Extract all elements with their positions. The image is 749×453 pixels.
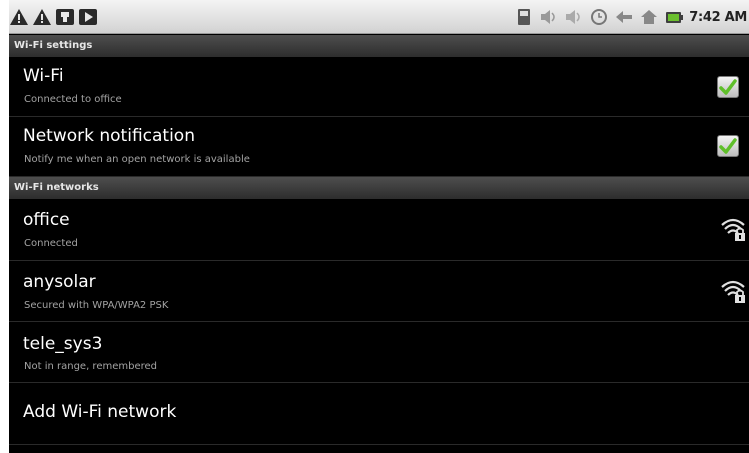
checkmark-icon <box>719 79 737 95</box>
warning-icon[interactable] <box>32 7 52 27</box>
network-row-office[interactable]: office Connected <box>9 199 749 261</box>
row-subtitle: Notify me when an open network is availa… <box>24 154 250 165</box>
network-name: office <box>23 210 70 230</box>
wifi-lock-icon <box>721 218 745 241</box>
notification-icons <box>9 7 98 27</box>
wifi-lock-icon <box>721 280 745 303</box>
wifi-checkbox[interactable] <box>717 76 739 98</box>
network-status: Secured with WPA/WPA2 PSK <box>24 300 169 311</box>
checkmark-icon <box>719 138 737 154</box>
network-name: tele_sys3 <box>23 334 103 354</box>
wifi-toggle-row[interactable]: Wi-Fi Connected to office <box>9 57 749 117</box>
section-header-wifi-networks: Wi-Fi networks <box>9 177 749 199</box>
usb-debug-icon[interactable] <box>55 7 75 27</box>
battery-icon <box>666 12 684 23</box>
network-notification-checkbox[interactable] <box>717 135 739 157</box>
warning-icon[interactable] <box>9 7 29 27</box>
status-time: 7:42 AM <box>689 9 747 25</box>
volume-muted-icon <box>566 10 580 24</box>
row-subtitle: Connected to office <box>24 94 122 105</box>
row-title: Wi-Fi <box>23 66 64 86</box>
media-play-icon[interactable] <box>78 7 98 27</box>
status-bar: 7:42 AM <box>9 0 749 34</box>
home-icon[interactable] <box>639 7 659 27</box>
network-status: Not in range, remembered <box>24 361 157 372</box>
network-row-tele-sys3[interactable]: tele_sys3 Not in range, remembered <box>9 322 749 383</box>
wifi-settings-screen: 7:42 AM Wi-Fi settings Wi-Fi Connected t… <box>9 0 749 453</box>
volume-icon <box>541 10 555 24</box>
add-network-label: Add Wi-Fi network <box>23 402 177 422</box>
clock-icon <box>591 9 608 25</box>
add-wifi-network-button[interactable]: Add Wi-Fi network <box>9 383 749 445</box>
system-icons: 7:42 AM <box>514 7 747 27</box>
network-row-anysolar[interactable]: anysolar Secured with WPA/WPA2 PSK <box>9 261 749 322</box>
network-notification-row[interactable]: Network notification Notify me when an o… <box>9 117 749 177</box>
sd-card-icon <box>518 9 531 25</box>
network-status: Connected <box>24 238 78 249</box>
section-header-wifi-settings: Wi-Fi settings <box>9 35 749 57</box>
row-title: Network notification <box>23 126 195 146</box>
back-icon[interactable] <box>614 7 634 27</box>
network-name: anysolar <box>23 272 96 292</box>
